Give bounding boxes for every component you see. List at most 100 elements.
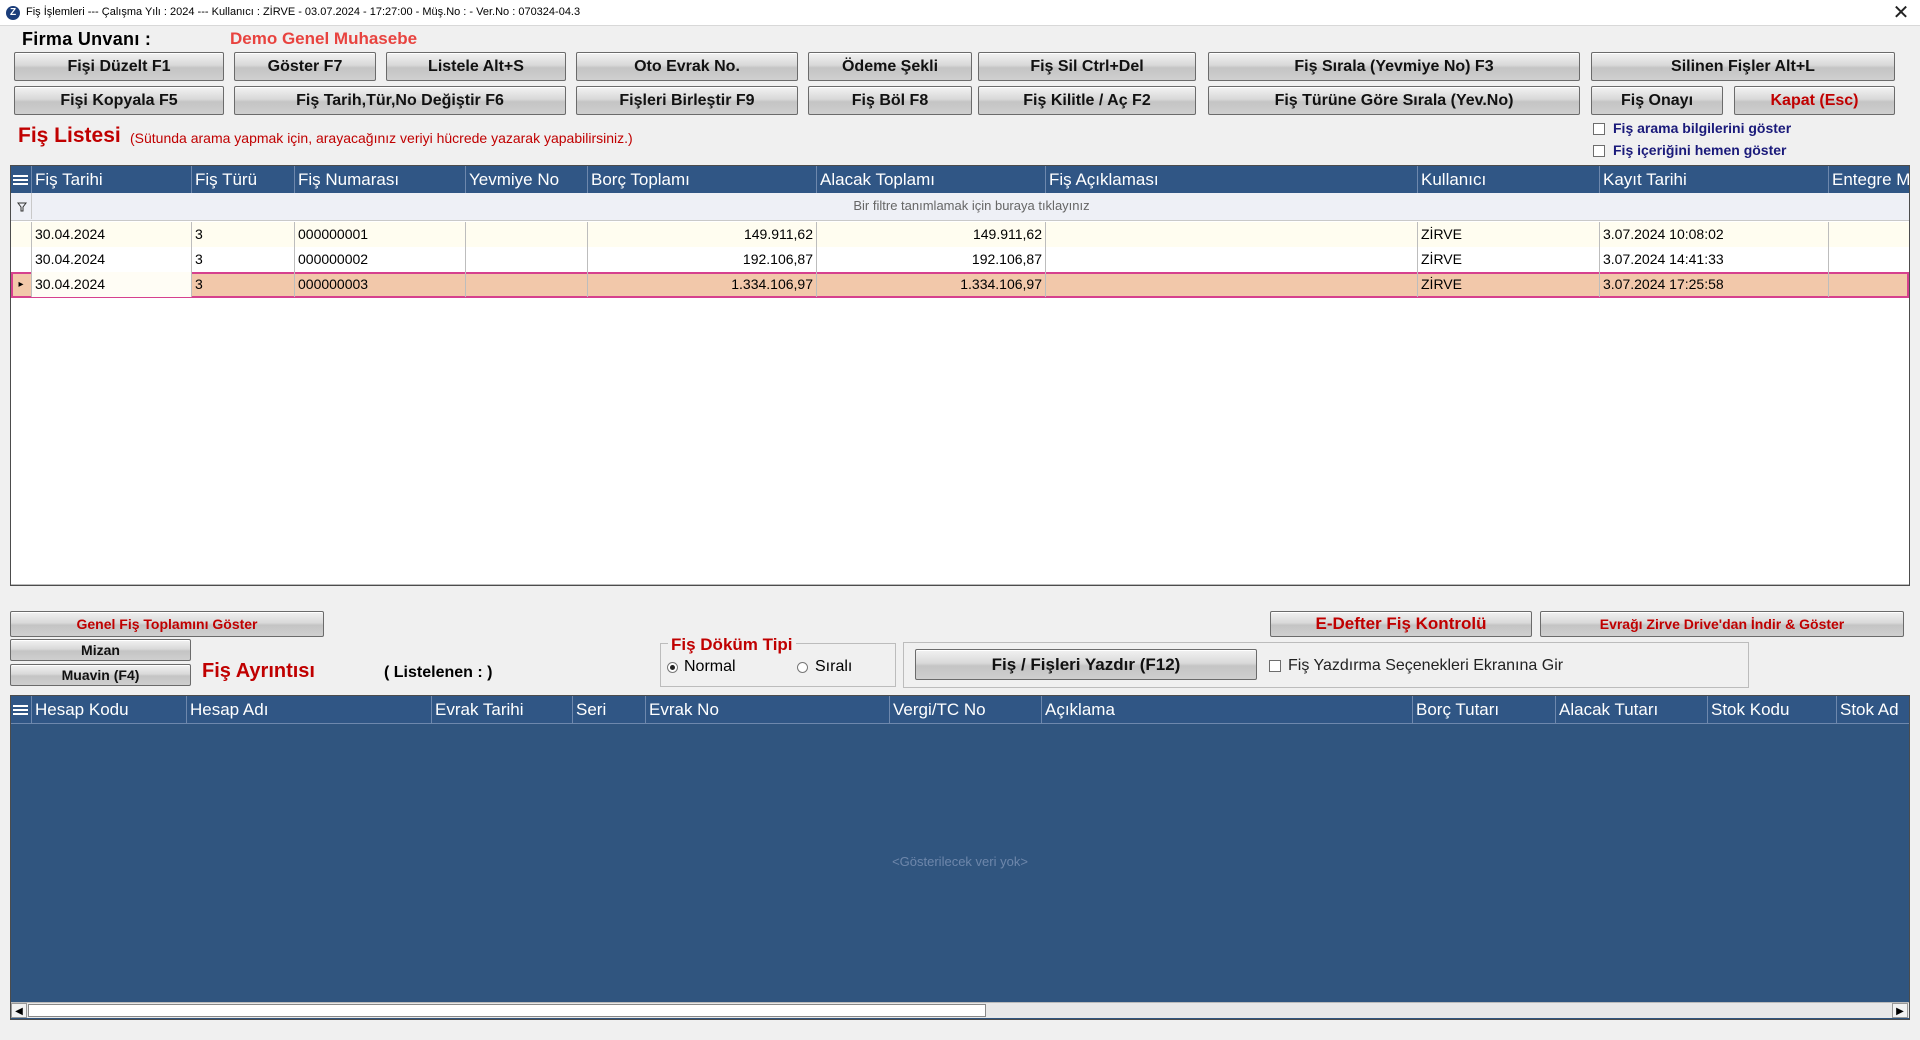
col-borc-toplami[interactable]: Borç Toplamı xyxy=(588,166,817,193)
col-entegre[interactable]: Entegre Mo xyxy=(1829,166,1909,193)
col-kullanici[interactable]: Kullanıcı xyxy=(1418,166,1600,193)
cell-alacak-toplami: 1.334.106,97 xyxy=(817,272,1046,297)
cell-alacak-toplami: 192.106,87 xyxy=(817,247,1046,272)
col-seri[interactable]: Seri xyxy=(573,696,646,723)
grid-menu-icon[interactable] xyxy=(11,166,32,193)
col-stok-kodu[interactable]: Stok Kodu xyxy=(1708,696,1837,723)
detail-grid-menu-icon[interactable] xyxy=(11,696,32,723)
cell-fis-turu: 3 xyxy=(192,247,295,272)
detail-grid-header: Hesap Kodu Hesap Adı Evrak Tarihi Seri E… xyxy=(11,696,1909,724)
filter-row[interactable]: Bir filtre tanımlamak için buraya tıklay… xyxy=(11,193,1909,221)
cell-fis-tarihi: 30.04.2024 xyxy=(32,272,192,297)
table-row[interactable]: 30.04.2024 3 000000002 192.106,87 192.10… xyxy=(11,247,1909,273)
cell-kullanici: ZİRVE xyxy=(1418,222,1600,247)
cell-borc-toplami: 192.106,87 xyxy=(588,247,817,272)
table-row[interactable]: 30.04.2024 3 000000001 149.911,62 149.91… xyxy=(11,222,1909,248)
dokum-normal-radio[interactable] xyxy=(667,662,678,673)
fisleri-birlestir-button[interactable]: Fişleri Birleştir F9 xyxy=(576,86,798,115)
cell-fis-tarihi: 30.04.2024 xyxy=(32,247,192,272)
goster-button[interactable]: Göster F7 xyxy=(234,52,376,81)
col-borc-tutari[interactable]: Borç Tutarı xyxy=(1413,696,1556,723)
fis-onayi-button[interactable]: Fiş Onayı xyxy=(1591,86,1723,115)
close-window-button[interactable]: ✕ xyxy=(1888,2,1914,24)
fis-listesi-title: Fiş Listesi xyxy=(18,124,121,147)
cell-yevmiye-no xyxy=(466,222,588,247)
fis-bol-button[interactable]: Fiş Böl F8 xyxy=(808,86,972,115)
col-kayit-tarihi[interactable]: Kayıt Tarihi xyxy=(1600,166,1829,193)
table-row-selected[interactable]: ▸ 30.04.2024 3 000000003 1.334.106,97 1.… xyxy=(11,272,1909,298)
fis-icerigi-checkbox[interactable] xyxy=(1593,145,1605,157)
fis-icerigi-label: Fiş içeriğini hemen göster xyxy=(1613,142,1787,158)
muavin-button[interactable]: Muavin (F4) xyxy=(10,664,191,686)
col-hesap-adi[interactable]: Hesap Adı xyxy=(187,696,432,723)
silinen-fisler-button[interactable]: Silinen Fişler Alt+L xyxy=(1591,52,1895,81)
detail-scroll-left-icon[interactable]: ◀ xyxy=(11,1003,27,1018)
cell-yevmiye-no xyxy=(466,272,588,297)
cell-fis-turu: 3 xyxy=(192,272,295,297)
col-fis-aciklamasi[interactable]: Fiş Açıklaması xyxy=(1046,166,1418,193)
col-fis-tarihi[interactable]: Fiş Tarihi xyxy=(32,166,192,193)
scroll-left-icon[interactable]: ◀ xyxy=(11,585,27,586)
cell-fis-numarasi: 000000002 xyxy=(295,247,466,272)
cell-kayit-tarihi: 3.07.2024 10:08:02 xyxy=(1600,222,1829,247)
fis-sirala-yevmiye-button[interactable]: Fiş Sırala (Yevmiye No) F3 xyxy=(1208,52,1580,81)
col-alacak-tutari[interactable]: Alacak Tutarı xyxy=(1556,696,1708,723)
col-fis-turu[interactable]: Fiş Türü xyxy=(192,166,295,193)
listele-button[interactable]: Listele Alt+S xyxy=(386,52,566,81)
cell-fis-aciklamasi xyxy=(1046,272,1418,297)
zirve-drive-button[interactable]: Evrağı Zirve Drive'dan İndir & Göster xyxy=(1540,611,1904,637)
fisi-kopyala-button[interactable]: Fişi Kopyala F5 xyxy=(14,86,224,115)
fis-ayrintisi-grid: Hesap Kodu Hesap Adı Evrak Tarihi Seri E… xyxy=(10,695,1910,1020)
fis-kilitle-ac-button[interactable]: Fiş Kilitle / Aç F2 xyxy=(978,86,1196,115)
kapat-button[interactable]: Kapat (Esc) xyxy=(1734,86,1895,115)
cell-fis-numarasi: 000000003 xyxy=(295,272,466,297)
cell-borc-toplami: 149.911,62 xyxy=(588,222,817,247)
fis-yazdir-button[interactable]: Fiş / Fişleri Yazdır (F12) xyxy=(915,649,1257,680)
col-evrak-no[interactable]: Evrak No xyxy=(646,696,890,723)
window-title: Fiş İşlemleri --- Çalışma Yılı : 2024 --… xyxy=(26,6,581,18)
cell-kayit-tarihi: 3.07.2024 17:25:58 xyxy=(1600,272,1829,297)
odeme-sekli-button[interactable]: Ödeme Şekli xyxy=(808,52,972,81)
col-alacak-toplami[interactable]: Alacak Toplamı xyxy=(817,166,1046,193)
col-stok-adi[interactable]: Stok Ad xyxy=(1837,696,1909,723)
col-fis-numarasi[interactable]: Fiş Numarası xyxy=(295,166,466,193)
detail-horizontal-scrollbar[interactable]: ◀ ▶ xyxy=(11,1002,1909,1018)
col-hesap-kodu[interactable]: Hesap Kodu xyxy=(32,696,187,723)
dokum-sirali-radio[interactable] xyxy=(797,662,808,673)
oto-evrak-no-button[interactable]: Oto Evrak No. xyxy=(576,52,798,81)
dokum-tipi-title: Fiş Döküm Tipi xyxy=(668,635,796,655)
row-pointer-icon: ▸ xyxy=(11,272,32,297)
cell-fis-tarihi: 30.04.2024 xyxy=(32,222,192,247)
cell-alacak-toplami: 149.911,62 xyxy=(817,222,1046,247)
mizan-button[interactable]: Mizan xyxy=(10,639,191,661)
genel-fis-toplami-button[interactable]: Genel Fiş Toplamını Göster xyxy=(10,611,324,637)
grid-horizontal-scrollbar[interactable]: ◀ ▶ xyxy=(11,584,1909,586)
yazdirma-secenekleri-checkbox[interactable] xyxy=(1269,660,1281,672)
cell-kullanici: ZİRVE xyxy=(1418,247,1600,272)
detail-scroll-right-icon[interactable]: ▶ xyxy=(1892,1003,1908,1018)
fisi-duzelt-button[interactable]: Fişi Düzelt F1 xyxy=(14,52,224,81)
fis-listesi-grid: Fiş Tarihi Fiş Türü Fiş Numarası Yevmiye… xyxy=(10,165,1910,586)
col-aciklama[interactable]: Açıklama xyxy=(1042,696,1413,723)
cell-yevmiye-no xyxy=(466,247,588,272)
col-yevmiye-no[interactable]: Yevmiye No xyxy=(466,166,588,193)
firma-label: Firma Unvanı : xyxy=(22,29,152,49)
fis-arama-bilgileri-checkbox[interactable] xyxy=(1593,123,1605,135)
fis-tarih-tur-no-degistir-button[interactable]: Fiş Tarih,Tür,No Değiştir F6 xyxy=(234,86,566,115)
listelenen-label: ( Listelenen : ) xyxy=(384,664,493,681)
fis-sil-button[interactable]: Fiş Sil Ctrl+Del xyxy=(978,52,1196,81)
scroll-right-icon[interactable]: ▶ xyxy=(1892,585,1908,586)
filter-icon xyxy=(11,193,32,219)
cell-entegre xyxy=(1829,272,1909,297)
col-vergi-tc-no[interactable]: Vergi/TC No xyxy=(890,696,1042,723)
fis-turune-gore-sirala-button[interactable]: Fiş Türüne Göre Sırala (Yev.No) xyxy=(1208,86,1580,115)
fis-arama-bilgileri-label: Fiş arama bilgilerini göster xyxy=(1613,120,1792,136)
app-logo-icon: Z xyxy=(6,6,20,20)
cell-fis-turu: 3 xyxy=(192,222,295,247)
edefter-fis-kontrolu-button[interactable]: E-Defter Fiş Kontrolü xyxy=(1270,611,1532,637)
empty-state: <Gösterilecek veri yok> xyxy=(892,854,1028,869)
detail-scroll-thumb[interactable] xyxy=(28,1004,986,1017)
fis-ayrintisi-title: Fiş Ayrıntısı xyxy=(202,660,315,682)
cell-fis-aciklamasi xyxy=(1046,222,1418,247)
col-evrak-tarihi[interactable]: Evrak Tarihi xyxy=(432,696,573,723)
